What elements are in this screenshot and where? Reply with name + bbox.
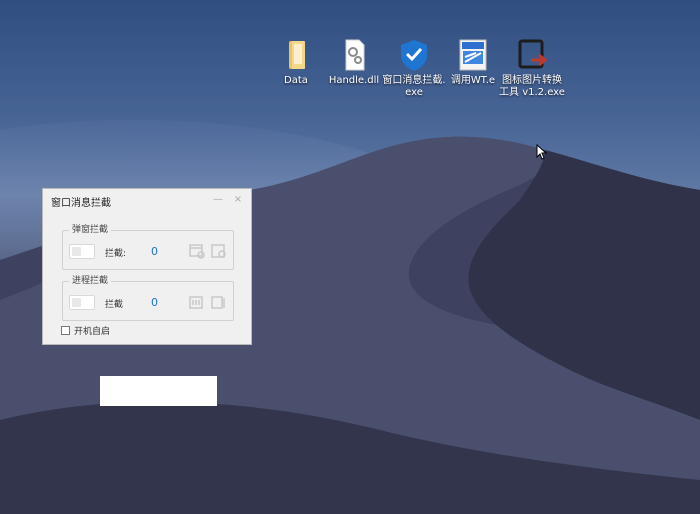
- converter-app-icon: [518, 39, 548, 69]
- mouse-pointer-icon: [536, 144, 548, 160]
- window-settings-icon[interactable]: [211, 243, 227, 259]
- window-title-bar[interactable]: 窗口消息拦截 — ×: [43, 189, 251, 211]
- desktop-icon-label: 调用WT.e: [450, 75, 496, 86]
- window-message-interceptor: 窗口消息拦截 — × 弹窗拦截 拦截: 0 进程拦截 拦截 0 开机自启: [42, 188, 252, 345]
- process-intercept-count: 0: [151, 296, 158, 309]
- minimize-button[interactable]: —: [211, 193, 225, 207]
- desktop-icon-image-converter[interactable]: 图标图片转换工具 v1.2.exe: [499, 38, 565, 99]
- blank-popup-panel: [100, 376, 217, 406]
- dll-file-icon: [345, 39, 365, 71]
- close-button[interactable]: ×: [231, 193, 245, 207]
- shield-app-icon: [401, 40, 427, 71]
- desktop-icon-label: Data: [284, 75, 308, 86]
- desktop-icon-label: Handle.dll: [328, 75, 380, 86]
- desktop-icon-label: 图标图片转换工具 v1.2.exe: [499, 75, 565, 98]
- group-legend: 弹窗拦截: [69, 224, 112, 236]
- desktop: Data Handle.dll 窗口消息拦截.exe 调用WT.e 图标图片转换…: [0, 0, 700, 514]
- desktop-icon-handle-dll[interactable]: Handle.dll: [321, 38, 387, 87]
- window-pick-icon[interactable]: [189, 243, 205, 259]
- desktop-icon-data[interactable]: Data: [263, 38, 329, 87]
- desktop-icon-call-wt[interactable]: 调用WT.e: [440, 38, 506, 87]
- popup-intercept-group: 弹窗拦截 拦截: 0: [62, 224, 234, 270]
- intercept-label: 拦截: [105, 300, 124, 310]
- folder-icon: [289, 41, 305, 69]
- window-title: 窗口消息拦截: [51, 198, 111, 209]
- popup-intercept-toggle[interactable]: [69, 244, 95, 259]
- desktop-icon-window-msg-exe[interactable]: 窗口消息拦截.exe: [381, 38, 447, 99]
- installer-app-icon: [459, 39, 487, 71]
- desktop-icon-label: 窗口消息拦截.exe: [382, 75, 446, 98]
- toggle-knob: [72, 247, 81, 256]
- autostart-checkbox[interactable]: [61, 326, 70, 335]
- intercept-label: 拦截:: [105, 249, 127, 259]
- process-pick-icon[interactable]: [189, 294, 205, 310]
- popup-intercept-count: 0: [151, 245, 158, 258]
- toggle-knob: [72, 298, 81, 307]
- process-intercept-toggle[interactable]: [69, 295, 95, 310]
- process-settings-icon[interactable]: [211, 294, 227, 310]
- autostart-label: 开机自启: [74, 327, 111, 337]
- process-intercept-group: 进程拦截 拦截 0: [62, 275, 234, 321]
- group-legend: 进程拦截: [69, 275, 112, 287]
